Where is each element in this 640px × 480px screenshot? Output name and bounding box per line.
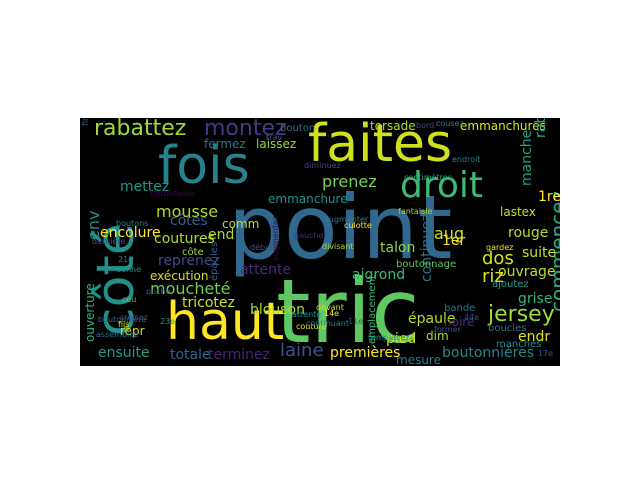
cloud-word-talon: talon — [380, 240, 416, 256]
cloud-word-poche: poche — [146, 287, 171, 296]
cloud-word-terminez: terminez — [208, 347, 270, 363]
cloud-word-assemblez: assemblez — [96, 330, 139, 339]
cloud-word-grise: grise — [518, 291, 553, 307]
cloud-word-11e: 11e — [348, 317, 364, 326]
cloud-word-rabattez: rabattez — [94, 118, 187, 141]
cloud-word-1re: 1re — [538, 189, 560, 205]
cloud-word-cousez: cousez — [436, 119, 464, 128]
cloud-word-boucles: boucles — [488, 323, 527, 334]
cloud-word-epaules: épaules — [209, 241, 220, 281]
cloud-word-14e: 14e — [324, 309, 340, 318]
cloud-word-boutonnage: boutonnage — [396, 259, 457, 270]
cloud-word-attente2: attente — [292, 310, 322, 319]
cloud-word-totale: totale — [170, 347, 211, 363]
cloud-word-torsade: torsade — [370, 119, 416, 133]
cloud-word-premieres: premières — [330, 345, 401, 361]
cloud-word-continuant: continuant — [306, 319, 349, 328]
cloud-word-continuez: continuez — [419, 213, 435, 282]
cloud-word-1er: 1er — [442, 233, 466, 249]
cloud-word-cotes: côtes — [170, 213, 208, 229]
cloud-word-17e: 17e — [538, 349, 554, 358]
cloud-word-ouvrage: ouvrage — [498, 264, 556, 280]
cloud-word-lastex: lastex — [500, 205, 536, 219]
cloud-word-ensuite: ensuite — [98, 345, 150, 361]
cloud-word-gardez: gardez — [486, 243, 514, 252]
cloud-word-23e: 23e — [160, 317, 176, 326]
cloud-word-prenez: prenez — [322, 172, 377, 191]
cloud-word-bord: bord — [416, 121, 435, 130]
cloud-word-manche: manche — [519, 129, 535, 186]
cloud-word-fils: fils — [118, 320, 130, 329]
cloud-word-rab: rab — [533, 118, 549, 138]
cloud-word-comm: comm — [222, 217, 260, 231]
cloud-word-ouverture: ouverture — [83, 283, 97, 342]
cloud-word-21e: 21e — [118, 255, 134, 264]
cloud-word-divisant: divisant — [322, 242, 354, 251]
cloud-word-attente: attente — [240, 262, 292, 278]
cloud-word-cou: cou — [122, 295, 137, 304]
cloud-word-laine: laine — [280, 340, 324, 361]
cloud-word-derniere: dernière — [92, 237, 126, 246]
cloud-word-ajoutez: ajoutez — [492, 279, 529, 290]
cloud-word-coutures: coutures — [154, 231, 215, 247]
cloud-word-fermez: fermez — [204, 137, 246, 151]
cloud-word-env: env — [84, 210, 103, 240]
cloud-word-bouton: bouton — [280, 123, 316, 134]
cloud-word-execution: exécution — [150, 269, 209, 283]
cloud-word-finissez: finissez — [81, 118, 90, 126]
cloud-word-former: former — [434, 325, 461, 334]
cloud-word-boutons: boutons — [116, 219, 149, 228]
cloud-word-cote2: côte — [182, 247, 204, 258]
cloud-word-tricotez: tricotez — [182, 295, 235, 311]
cloud-word-centimetres: centimètres — [404, 173, 452, 182]
cloud-word-augmentez: augmentez — [271, 215, 280, 261]
cloud-word-diminuez: diminuez — [304, 161, 341, 170]
cloud-word-barboteuse: barboteuse — [150, 189, 196, 198]
cloud-word-fantaisie: fantaisie — [398, 207, 433, 216]
cloud-word-croisez: croisez — [120, 313, 148, 322]
cloud-word-rouge: rouge — [508, 225, 549, 241]
cloud-word-trav: trav — [266, 133, 283, 142]
cloud-word-emmanchure: emmanchure — [268, 192, 348, 206]
cloud-word-endroit: endroit — [452, 155, 481, 164]
cloud-word-mesure: mesure — [396, 353, 441, 366]
cloud-word-remplacez: remplacez — [368, 333, 410, 342]
cloud-word-manches: manches — [496, 339, 542, 350]
cloud-word-donne: donne — [116, 265, 142, 274]
cloud-word-suite: suite — [522, 245, 557, 261]
cloud-word-debut: début — [250, 243, 274, 252]
cloud-word-44e: 44e — [464, 313, 480, 322]
cloud-word-augmenter: augmenter — [324, 215, 369, 224]
cloud-word-aigrond: aigrond — [352, 267, 406, 283]
cloud-word-gauche: gauche — [294, 231, 324, 240]
word-cloud: point tric faites fois côté haut droit rabattez… — [80, 118, 560, 366]
